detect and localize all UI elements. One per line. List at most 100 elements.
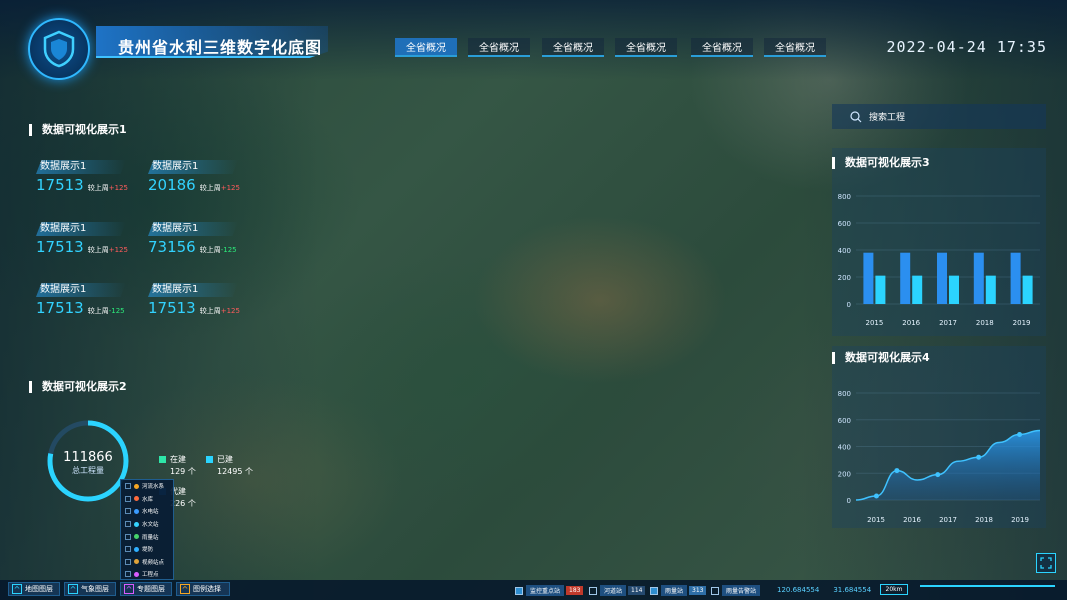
tab-overview-4[interactable]: 全省概况: [615, 38, 677, 57]
station-checkbox[interactable]: [711, 586, 719, 595]
legend-swatch: [159, 456, 166, 463]
x-tick-label: 2018: [975, 516, 993, 524]
x-tick-label: 2017: [939, 319, 957, 327]
x-tick-label: 2019: [1013, 319, 1031, 327]
bar: [875, 275, 886, 304]
layer-checkbox[interactable]: [125, 483, 131, 490]
stat-label: 数据展示1: [148, 283, 238, 297]
legend-swatch: [206, 456, 213, 463]
station-toggle-key[interactable]: 监控重点站 183: [515, 585, 584, 596]
layer-item[interactable]: 视频站点: [121, 556, 173, 569]
station-toggle-rain-alarm[interactable]: 雨量告警站: [711, 585, 761, 596]
stat-label: 数据展示1: [36, 283, 126, 297]
map-layer-button[interactable]: ^ 地图图层: [8, 582, 60, 596]
stat-card: 数据展示1 17513 较上周+125: [36, 222, 146, 256]
legend-built-count: 12495 个: [217, 467, 253, 476]
layer-dot-icon: [134, 483, 139, 489]
shield-logo-icon: [28, 18, 90, 80]
x-tick-label: 2017: [939, 516, 957, 524]
stat-card: 数据展示1 73156 较上周-125: [148, 222, 258, 256]
zoom-slider[interactable]: [920, 585, 1055, 595]
stat-compare: 较上周-125: [199, 246, 237, 254]
stat-value: 20186: [148, 176, 196, 194]
stat-compare: 较上周+125: [87, 184, 128, 192]
station-toggle-rain[interactable]: 雨量站 313: [650, 585, 707, 596]
station-checkbox[interactable]: [650, 586, 658, 595]
stat-compare: 较上周-125: [87, 307, 125, 315]
stat-card: 数据展示1 17513 较上周+125: [36, 160, 146, 194]
fullscreen-button[interactable]: [1036, 553, 1056, 573]
stat-card: 数据展示1 17513 较上周+125: [148, 283, 258, 317]
layer-item[interactable]: 工程点: [121, 568, 173, 581]
layer-dot-icon: [134, 571, 139, 577]
donut-total-label: 总工程量: [72, 466, 104, 475]
stat-compare: 较上周+125: [199, 184, 240, 192]
bar: [973, 252, 984, 304]
data-point: [894, 468, 900, 474]
station-toggle-river[interactable]: 河道站 114: [589, 585, 646, 596]
tab-overview-5[interactable]: 全省概况: [691, 38, 753, 57]
stat-value: 17513: [36, 238, 84, 256]
data-point: [873, 493, 879, 499]
bar: [949, 275, 959, 304]
tab-overview-3[interactable]: 全省概况: [542, 38, 604, 57]
stat-card: 数据展示1 20186 较上周+125: [148, 160, 258, 194]
y-tick-label: 400: [838, 247, 851, 255]
bar: [985, 275, 996, 304]
tab-overview-6[interactable]: 全省概况: [764, 38, 826, 57]
search-placeholder: 搜索工程: [869, 113, 906, 123]
tab-overview-2[interactable]: 全省概况: [468, 38, 530, 57]
layer-item[interactable]: 水电站: [121, 505, 173, 518]
layer-checkbox[interactable]: [125, 495, 131, 502]
legend-building-count: 129 个: [170, 467, 196, 476]
donut-total-value: 111866: [63, 450, 113, 465]
layer-item[interactable]: 水库: [121, 493, 173, 506]
stat-compare: 较上周+125: [199, 307, 240, 315]
coordinate-readout: 120.684554 31.684554: [777, 586, 872, 594]
layer-checkbox[interactable]: [125, 521, 131, 528]
thematic-layer-button[interactable]: ^ 专题图层: [120, 582, 172, 596]
stat-label: 数据展示1: [36, 160, 126, 174]
layer-dot-icon: [134, 546, 139, 552]
weather-layer-button[interactable]: ^ 气象图层: [64, 582, 116, 596]
y-tick-label: 800: [838, 390, 851, 398]
legend-select-button[interactable]: ^ 图例选择: [176, 582, 230, 596]
app-title: 贵州省水利三维数字化底图: [118, 38, 323, 57]
layer-item[interactable]: 雨量站: [121, 530, 173, 543]
tab-overview-1[interactable]: 全省概况: [395, 38, 457, 57]
layer-checkbox[interactable]: [125, 571, 131, 578]
search-box[interactable]: 搜索工程: [832, 104, 1046, 129]
search-icon: [850, 110, 862, 122]
station-checkbox[interactable]: [515, 586, 523, 595]
x-tick-label: 2015: [867, 516, 885, 524]
layer-item[interactable]: 堤防: [121, 543, 173, 556]
layer-item[interactable]: 河流水系: [121, 480, 173, 493]
y-tick-label: 0: [847, 497, 851, 505]
legend-built: 已建: [206, 454, 233, 465]
bar: [912, 275, 923, 304]
data-point: [935, 472, 941, 478]
station-checkbox[interactable]: [589, 586, 597, 595]
layer-checkbox[interactable]: [125, 533, 131, 540]
section-title-1: 数据可视化展示1: [29, 124, 127, 136]
data-point: [976, 454, 982, 460]
bar: [900, 252, 911, 304]
bar: [863, 252, 874, 304]
x-tick-label: 2016: [902, 319, 920, 327]
layer-dot-icon: [134, 559, 139, 565]
layer-item[interactable]: 水文站: [121, 518, 173, 531]
layer-checkbox[interactable]: [125, 546, 131, 553]
legend-building: 在建: [159, 454, 186, 465]
bar: [937, 252, 947, 304]
chevron-up-icon: ^: [124, 584, 134, 594]
y-tick-label: 800: [838, 193, 851, 201]
chevron-up-icon: ^: [12, 584, 22, 594]
bar: [1010, 252, 1021, 304]
data-point: [1017, 431, 1023, 437]
stat-label: 数据展示1: [148, 222, 238, 236]
section-title-3: 数据可视化展示3: [832, 157, 930, 169]
layer-checkbox[interactable]: [125, 508, 131, 515]
layer-checkbox[interactable]: [125, 558, 131, 565]
y-tick-label: 400: [838, 444, 851, 452]
area-chart: 0 200 400 600 800 2015 2016 2017 2018 2019: [838, 390, 1041, 524]
